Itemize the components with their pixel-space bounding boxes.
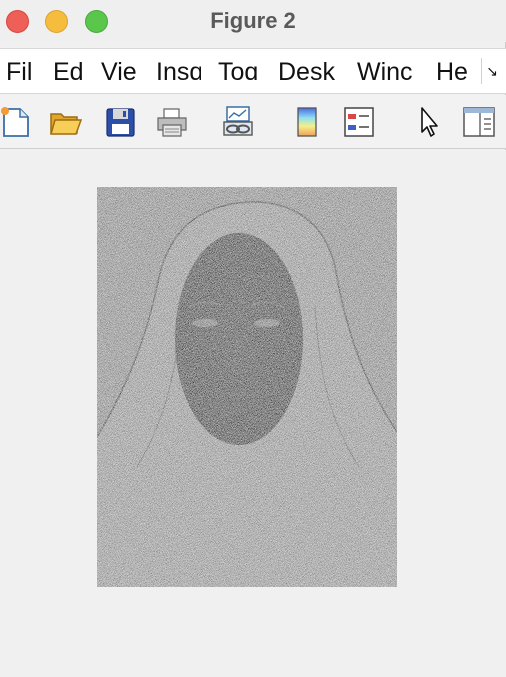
menu-window[interactable]: Winc bbox=[357, 57, 421, 87]
menu-desktop[interactable]: Desk bbox=[278, 57, 343, 87]
floppy-disk-icon[interactable] bbox=[104, 105, 138, 139]
link-plot-icon[interactable] bbox=[221, 105, 255, 139]
new-document-icon[interactable] bbox=[0, 105, 34, 139]
printer-icon[interactable] bbox=[155, 105, 189, 139]
figure-canvas bbox=[0, 150, 506, 677]
menu-insert[interactable]: Insɑ bbox=[156, 57, 201, 87]
noisy-face-image bbox=[97, 187, 397, 587]
toolbar bbox=[0, 95, 506, 149]
legend-icon[interactable] bbox=[342, 105, 376, 139]
menu-tools[interactable]: Toɑ bbox=[218, 57, 263, 87]
menu-file[interactable]: Fil bbox=[6, 57, 36, 87]
title-bar: Figure 2 bbox=[0, 0, 506, 42]
plot-tools-panel-icon[interactable] bbox=[462, 105, 496, 139]
folder-open-icon[interactable] bbox=[49, 105, 83, 139]
menu-bar: Fil Ed Vie Insɑ Toɑ Desk Winc He ↘ bbox=[0, 48, 506, 94]
chevron-overflow-icon[interactable]: ↘ bbox=[481, 58, 502, 84]
menu-help[interactable]: He bbox=[436, 57, 474, 87]
colorbar-icon[interactable] bbox=[290, 105, 324, 139]
menu-view[interactable]: Vie bbox=[101, 57, 139, 87]
pointer-arrow-icon[interactable] bbox=[412, 105, 446, 139]
menu-edit[interactable]: Ed bbox=[53, 57, 85, 87]
figure-window: Figure 2 Fil Ed Vie Insɑ Toɑ Desk Winc H… bbox=[0, 0, 506, 677]
window-title: Figure 2 bbox=[210, 8, 296, 33]
